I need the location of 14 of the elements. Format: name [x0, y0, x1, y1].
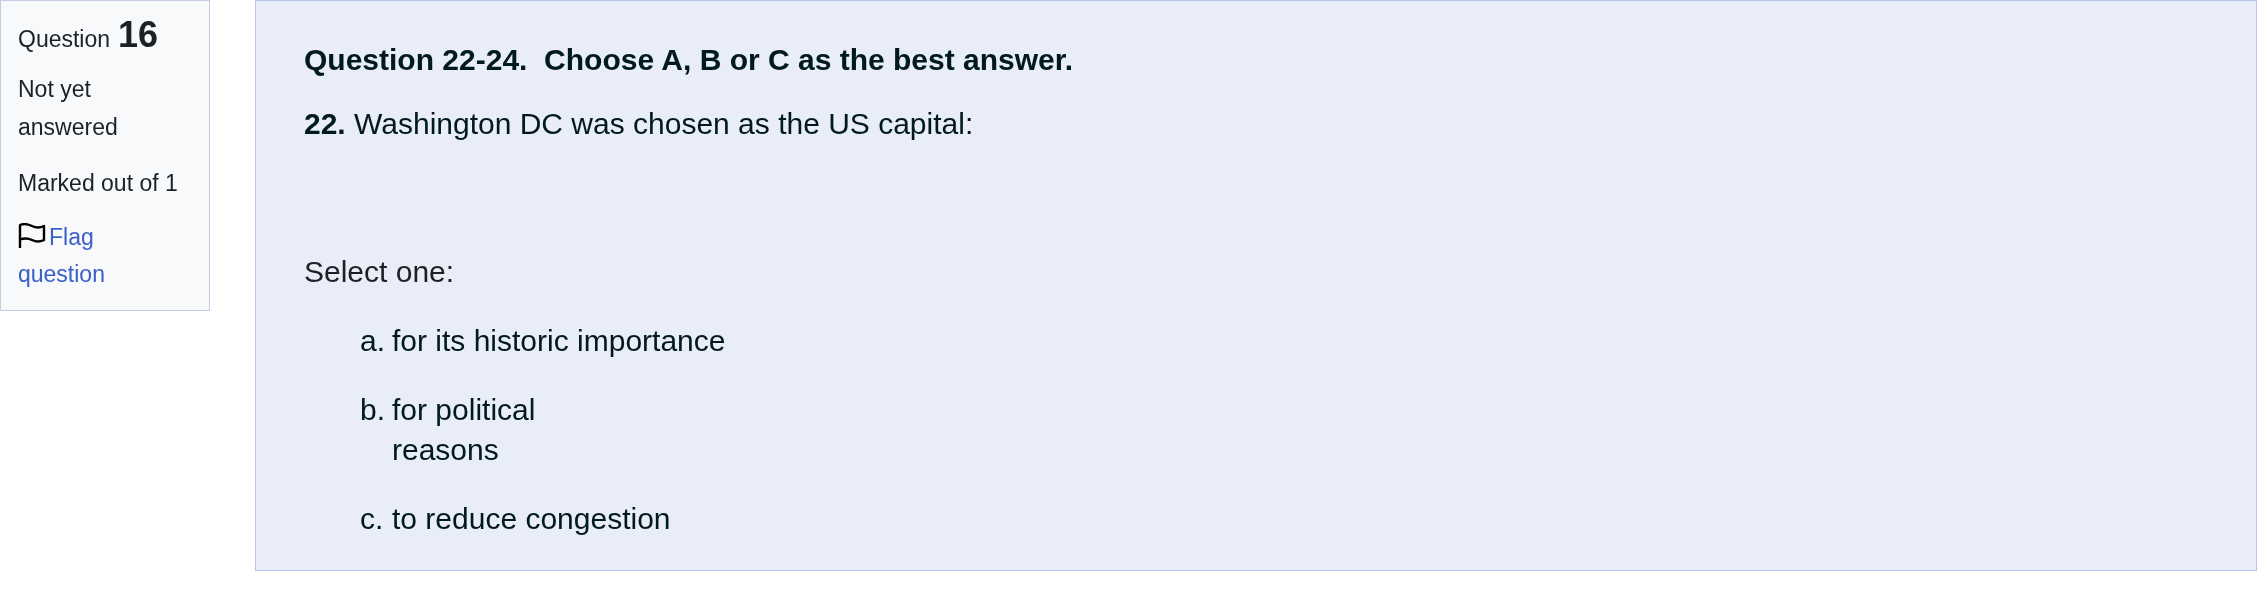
question-label: Question	[18, 28, 111, 51]
option-label[interactable]: to reduce congestion	[392, 499, 671, 539]
flag-question-link[interactable]: Flag question	[18, 219, 168, 293]
question-text: 22. Washington DC was chosen as the US capital:	[304, 106, 975, 142]
question-grade: Marked out of 1	[18, 169, 179, 198]
option-letter: c.	[360, 501, 385, 537]
select-one-label: Select one:	[304, 254, 456, 290]
option-letter: a.	[360, 323, 387, 359]
question-state: Not yet answered	[18, 75, 119, 142]
question-heading: Question 22-24. Choose A, B or C as the best answer.	[304, 42, 1075, 78]
option-label[interactable]: for political reasons	[392, 390, 536, 470]
question-number: 16	[118, 17, 159, 53]
option-letter: b.	[360, 392, 387, 428]
option-label[interactable]: for its historic importance	[392, 321, 726, 361]
